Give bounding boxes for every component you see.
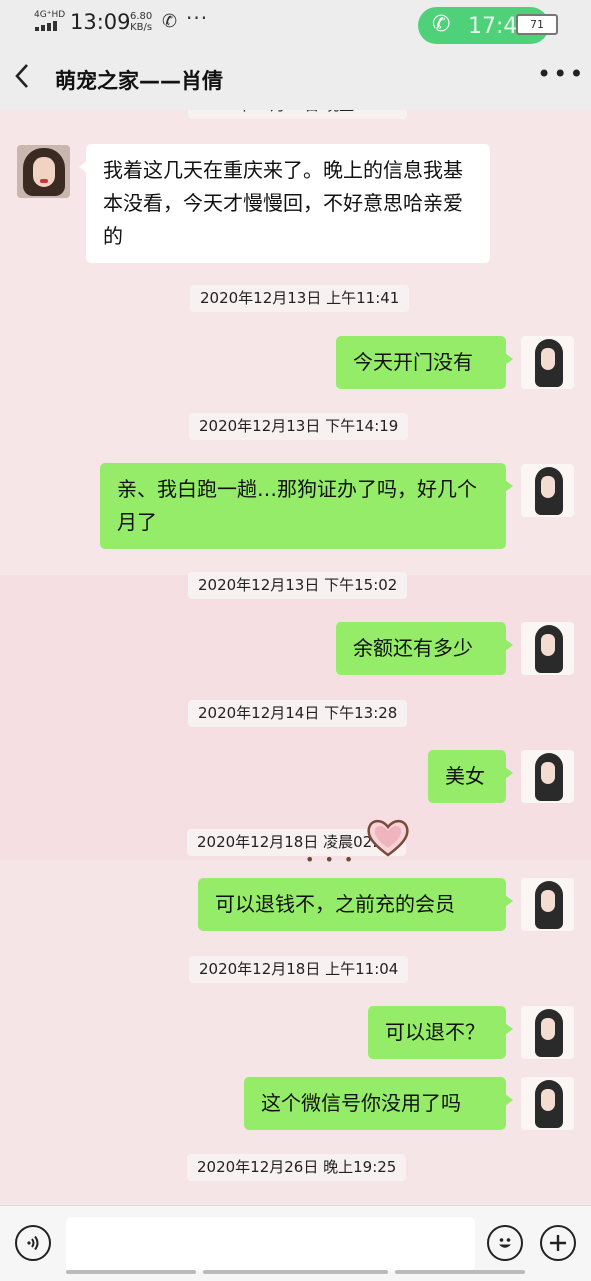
- network-speed: 6.80 KB/s: [130, 11, 152, 33]
- network-indicator: 4G⁺HD: [34, 10, 66, 20]
- plus-icon[interactable]: [540, 1225, 576, 1261]
- message-bubble-sent[interactable]: 这个微信号你没用了吗: [244, 1077, 513, 1130]
- message-input[interactable]: [66, 1217, 475, 1271]
- voice-icon[interactable]: [15, 1225, 51, 1261]
- network-speed-unit: KB/s: [130, 22, 153, 33]
- heart-sticker-icon: [367, 819, 409, 857]
- call-icon: ✆: [432, 12, 451, 37]
- message-bubble-sent[interactable]: 可以退钱不，之前充的会员: [198, 878, 513, 931]
- my-avatar[interactable]: [521, 1006, 574, 1059]
- chat-title: 萌宠之家——肖倩: [55, 69, 223, 93]
- timestamp: 2020年12月26日 晚上19:25: [187, 1154, 407, 1181]
- my-avatar[interactable]: [521, 464, 574, 517]
- emoji-icon[interactable]: [487, 1225, 523, 1261]
- message-bubble-sent[interactable]: 可以退不？: [368, 1006, 513, 1059]
- contact-avatar[interactable]: [17, 145, 70, 198]
- chat-header: 萌宠之家——肖倩 •••: [0, 48, 591, 110]
- my-avatar[interactable]: [521, 622, 574, 675]
- chevron-left-icon[interactable]: [14, 62, 44, 96]
- more-notifications-icon: ···: [186, 6, 209, 30]
- my-avatar[interactable]: [521, 750, 574, 803]
- status-time: 13:09: [70, 10, 131, 34]
- my-avatar[interactable]: [521, 878, 574, 931]
- timestamp: 2020年12月14日 下午13:28: [188, 700, 408, 727]
- status-bar: 4G⁺HD 13:09 6.80 KB/s ✆ ··· ✆ 17:46 71: [0, 0, 591, 48]
- timestamp: 2020年12月18日 上午11:04: [189, 956, 409, 983]
- timestamp: 2020年12月13日 下午15:02: [188, 572, 408, 599]
- more-horizontal-icon[interactable]: •••: [537, 60, 585, 88]
- signal-icon: [35, 21, 59, 31]
- network-speed-value: 6.80: [130, 11, 153, 22]
- timestamp: 2020年12月13日 下午14:19: [189, 413, 409, 440]
- my-avatar[interactable]: [521, 336, 574, 389]
- message-bubble-sent[interactable]: 今天开门没有: [336, 336, 513, 389]
- decoration-dots: •••: [305, 850, 364, 869]
- message-bubble-sent[interactable]: 余额还有多少: [336, 622, 513, 675]
- my-avatar[interactable]: [521, 1077, 574, 1130]
- timestamp: 2020年12月13日 上午11:41: [190, 285, 410, 312]
- message-bubble-sent[interactable]: 亲、我白跑一趟…那狗证办了吗，好几个月了: [100, 463, 513, 549]
- battery-icon: 71: [516, 14, 558, 35]
- phone-icon: ✆: [162, 11, 178, 32]
- message-bubble-sent[interactable]: 美女: [428, 750, 513, 803]
- gesture-bar: [66, 1270, 526, 1274]
- message-bubble-received[interactable]: 我着这几天在重庆来了。晚上的信息我基本没看，今天才慢慢回，不好意思哈亲爱的: [79, 144, 490, 263]
